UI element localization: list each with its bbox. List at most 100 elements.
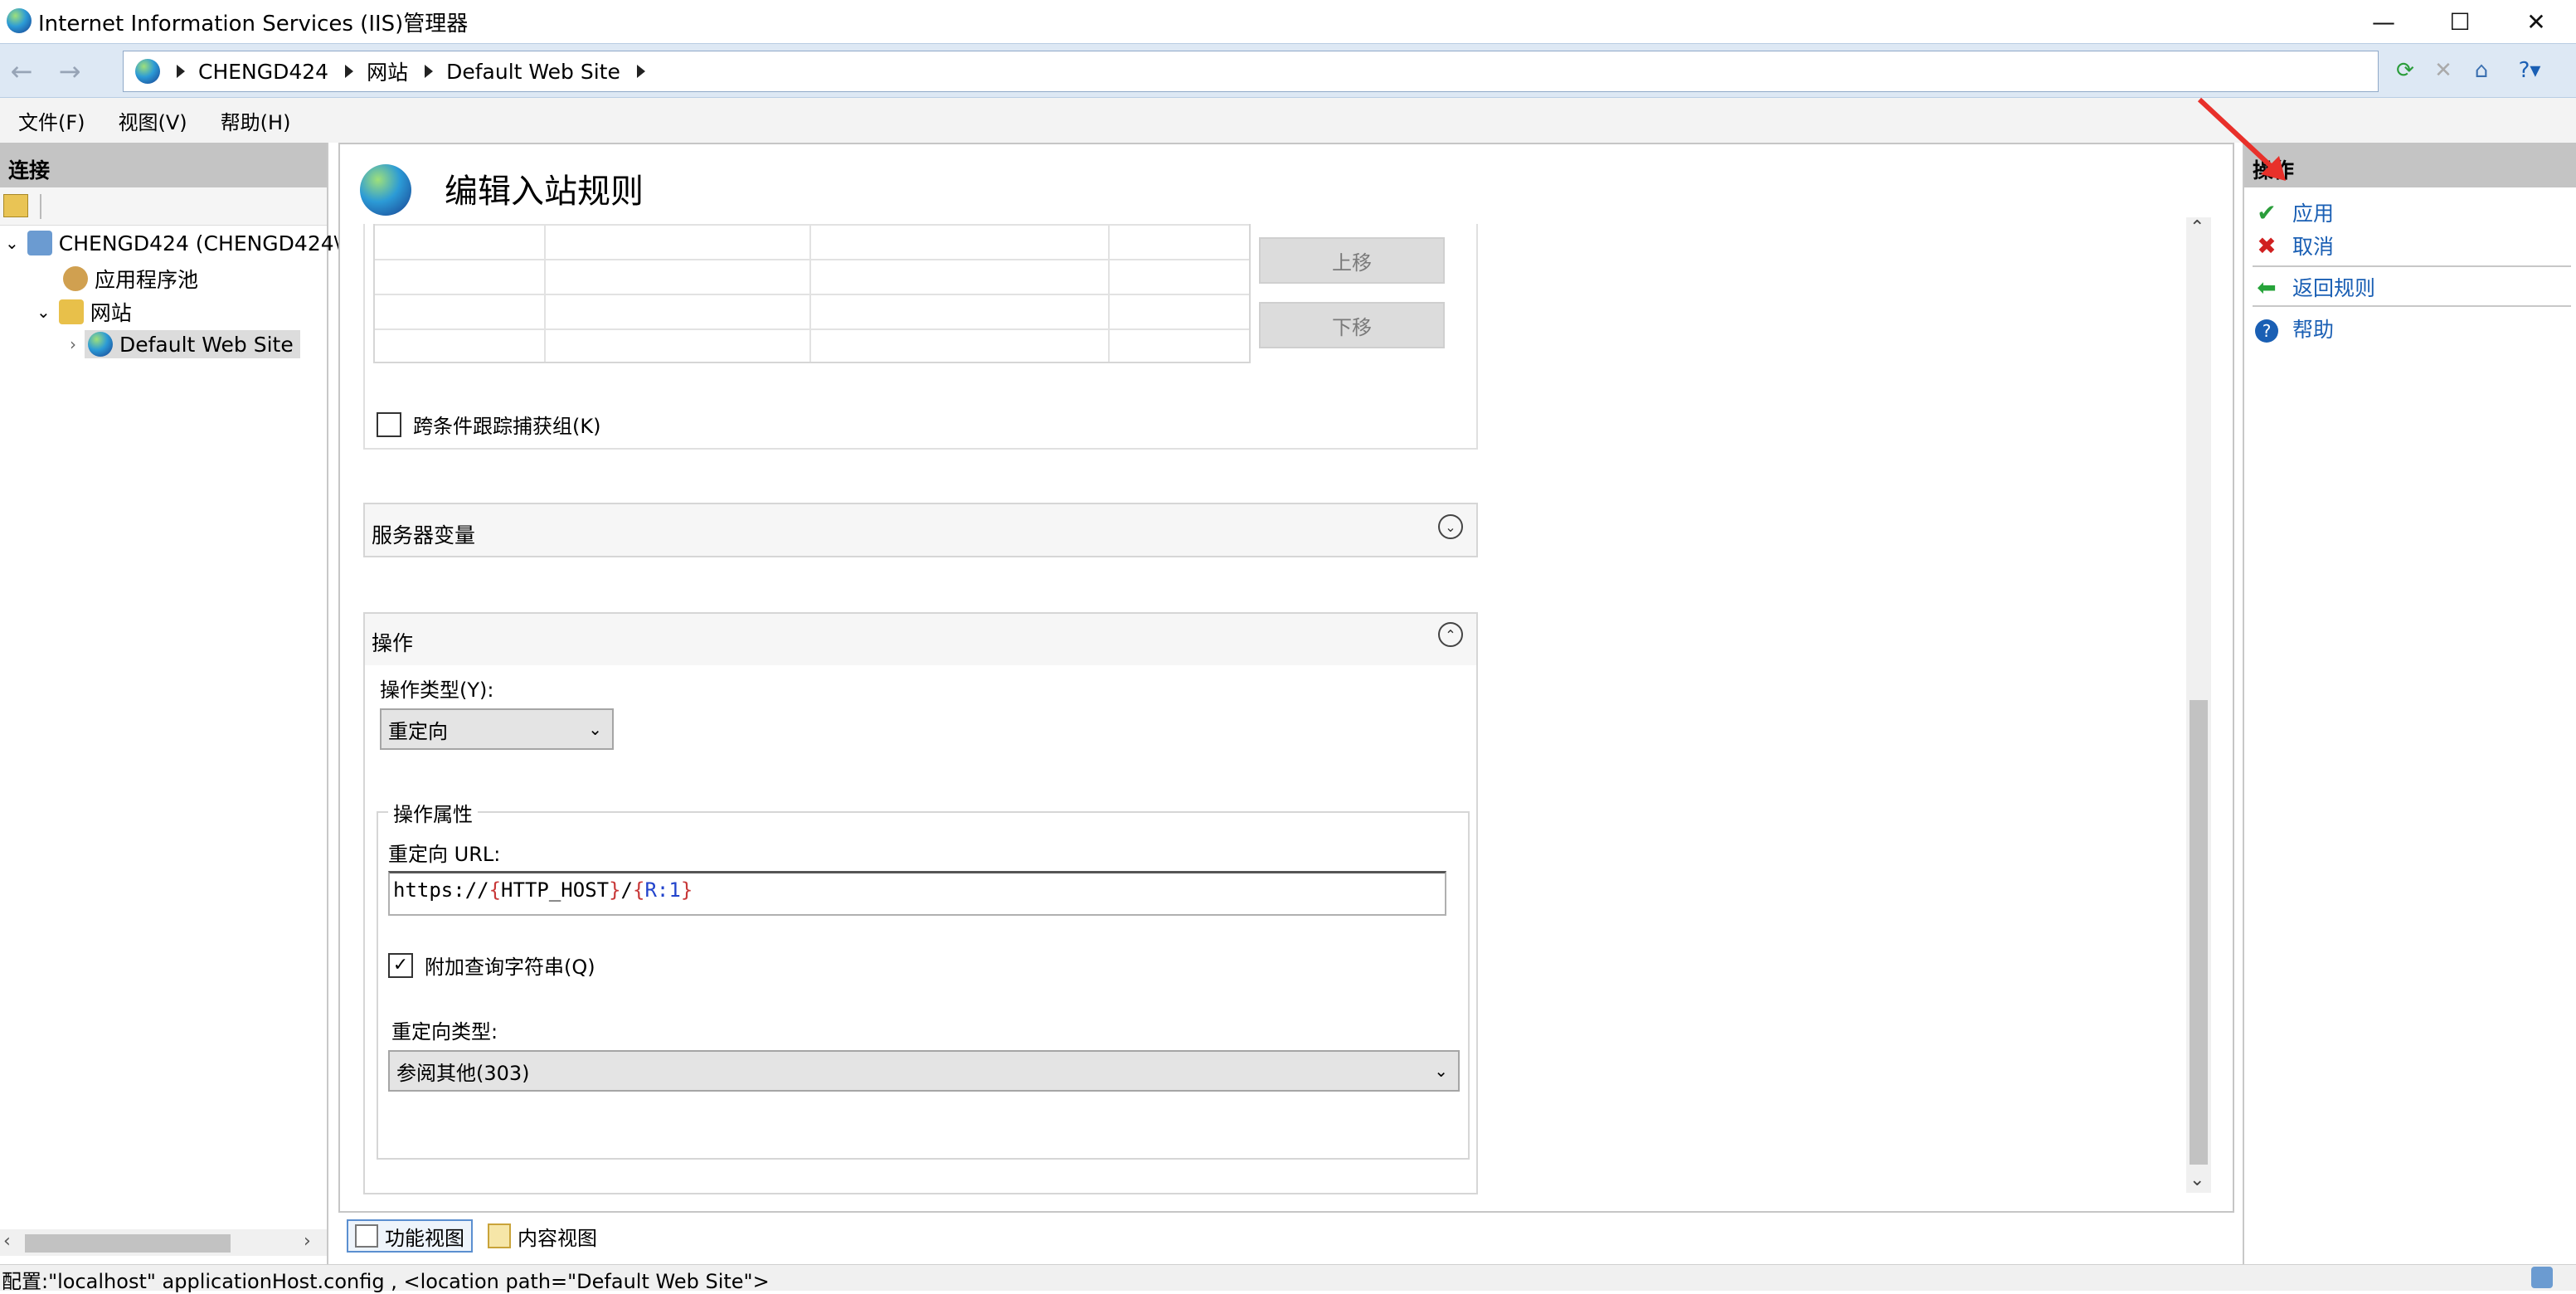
menu-view[interactable]: 视图(V) — [119, 106, 187, 135]
server-variables-section[interactable]: 服务器变量 ⌄ — [363, 503, 1478, 557]
connections-header: 连接 — [0, 143, 327, 187]
toolbar-separator — [40, 194, 41, 219]
redirect-type-value: 参阅其他(303) — [396, 1061, 530, 1085]
back-arrow-icon: ⬅ — [2257, 273, 2277, 301]
server-icon — [27, 231, 52, 255]
url-brace: } — [680, 878, 693, 902]
refresh-icon[interactable]: ⟳ — [2389, 54, 2422, 87]
chevron-down-icon[interactable]: ⌄ — [36, 302, 51, 322]
stop-icon[interactable]: ✕ — [2427, 54, 2460, 87]
chevron-right-icon[interactable] — [636, 65, 645, 78]
tab-label: 功能视图 — [385, 1226, 464, 1250]
forward-icon[interactable]: → — [48, 51, 91, 92]
feature-view-icon — [355, 1224, 378, 1248]
globe-icon — [88, 332, 113, 357]
track-capture-checkbox[interactable] — [377, 411, 401, 437]
open-connection-icon[interactable] — [3, 194, 28, 217]
page-title: 编辑入站规则 — [445, 173, 644, 211]
append-query-checkbox[interactable]: ✓ — [388, 952, 413, 978]
conditions-table[interactable] — [373, 224, 1251, 363]
tree-item-server[interactable]: ⌄ CHENGD424 (CHENGD424\ — [5, 231, 341, 255]
home-icon[interactable]: ⌂ — [2465, 54, 2498, 87]
action-label: 帮助 — [2292, 318, 2335, 342]
scrollbar-thumb[interactable] — [2190, 700, 2208, 1165]
chevron-down-icon[interactable]: ⌄ — [5, 233, 19, 253]
conditions-border — [363, 224, 365, 450]
globe-icon — [135, 59, 160, 84]
status-text: 配置:"localhost" applicationHost.config , … — [2, 1270, 770, 1293]
iis-app-icon — [7, 8, 32, 33]
apply-action[interactable]: ✔ 应用 — [2253, 197, 2334, 227]
chevron-down-icon: ⌄ — [588, 719, 602, 739]
track-capture-label: 跨条件跟踪捕获组(K) — [413, 415, 601, 438]
chevron-up-icon[interactable]: ⌃ — [1438, 622, 1463, 647]
action-section-header[interactable] — [365, 614, 1476, 665]
tree-item-default-web-site[interactable]: › Default Web Site — [70, 330, 300, 358]
help-action[interactable]: ? 帮助 — [2253, 314, 2334, 343]
annotation-arrow — [2197, 97, 2286, 181]
help-menu-icon[interactable]: ?▾ — [2513, 54, 2546, 87]
maximize-button[interactable]: ☐ — [2422, 0, 2498, 43]
address-bar: ← → CHENGD424 网站 Default Web Site ⟳ ✕ ⌂ … — [0, 43, 2576, 98]
table-grid — [375, 224, 1249, 362]
sites-folder-icon — [58, 299, 84, 324]
horizontal-scrollbar[interactable]: ‹ › — [0, 1229, 327, 1256]
window-title: Internet Information Services (IIS)管理器 — [38, 12, 469, 36]
redirect-type-select[interactable]: 参阅其他(303) ⌄ — [388, 1050, 1460, 1092]
action-properties-legend: 操作属性 — [388, 798, 478, 827]
action-label: 返回规则 — [2292, 276, 2376, 300]
url-brace: { — [633, 878, 645, 902]
chevron-right-icon[interactable] — [345, 65, 354, 78]
vertical-scrollbar[interactable]: ⌃ ⌄ — [2186, 217, 2211, 1193]
chevron-down-icon[interactable]: ⌄ — [1438, 514, 1463, 539]
chevron-right-icon[interactable] — [177, 65, 185, 78]
conditions-border — [363, 448, 1478, 450]
tab-content-view[interactable]: 内容视图 — [481, 1219, 604, 1253]
breadcrumb-item-site[interactable]: Default Web Site — [446, 60, 620, 84]
url-text: https:// — [393, 878, 489, 902]
append-query-option[interactable]: ✓ 附加查询字符串(Q) — [388, 951, 595, 980]
cancel-icon: ✖ — [2257, 231, 2277, 260]
action-type-value: 重定向 — [388, 719, 448, 743]
tree-item-sites[interactable]: ⌄ 网站 — [36, 297, 132, 327]
cancel-action[interactable]: ✖ 取消 — [2253, 231, 2334, 260]
tab-label: 内容视图 — [518, 1226, 597, 1250]
track-capture-option[interactable]: 跨条件跟踪捕获组(K) — [377, 410, 600, 439]
scrollbar-thumb[interactable] — [25, 1234, 231, 1253]
scroll-up-icon[interactable]: ⌃ — [2190, 217, 2204, 238]
scroll-right-icon[interactable]: › — [304, 1231, 311, 1252]
actions-divider — [2253, 265, 2571, 267]
move-down-button[interactable]: 下移 — [1259, 302, 1445, 348]
menu-file[interactable]: 文件(F) — [18, 106, 85, 135]
breadcrumb-item-sites[interactable]: 网站 — [367, 56, 408, 86]
action-type-label: 操作类型(Y): — [380, 679, 494, 702]
move-up-button[interactable]: 上移 — [1259, 237, 1445, 284]
tab-feature-view[interactable]: 功能视图 — [347, 1219, 473, 1253]
menu-help[interactable]: 帮助(H) — [221, 106, 291, 135]
breadcrumb-item-server[interactable]: CHENGD424 — [198, 60, 328, 84]
content-view-icon — [488, 1223, 511, 1248]
redirect-url-input[interactable]: https://{HTTP_HOST}/{R:1} — [388, 871, 1446, 916]
scroll-left-icon[interactable]: ‹ — [3, 1231, 11, 1252]
action-properties-group — [377, 811, 1470, 1160]
globe-icon — [360, 164, 411, 216]
tree-item-label: Default Web Site — [119, 332, 294, 357]
chevron-right-icon[interactable]: › — [70, 334, 76, 354]
tree-item-app-pools[interactable]: 应用程序池 — [63, 264, 198, 294]
url-variable: HTTP_HOST — [501, 878, 610, 902]
breadcrumb[interactable]: CHENGD424 网站 Default Web Site — [123, 51, 2379, 92]
chevron-down-icon: ⌄ — [1434, 1061, 1448, 1081]
back-icon[interactable]: ← — [0, 51, 43, 92]
url-text: / — [620, 878, 633, 902]
chevron-right-icon[interactable] — [425, 65, 434, 78]
redirect-url-label: 重定向 URL: — [388, 843, 501, 866]
url-backreference: R:1 — [644, 878, 681, 902]
title-bar: Internet Information Services (IIS)管理器 —… — [0, 0, 2576, 43]
tree-item-label: 网站 — [90, 301, 132, 325]
scroll-down-icon[interactable]: ⌄ — [2190, 1170, 2204, 1190]
actions-panel: 操作 ✔ 应用 ✖ 取消 ⬅ 返回规则 ? 帮助 — [2243, 143, 2576, 1264]
action-type-select[interactable]: 重定向 ⌄ — [380, 708, 614, 750]
back-to-rules-action[interactable]: ⬅ 返回规则 — [2253, 272, 2375, 302]
close-button[interactable]: ✕ — [2498, 0, 2574, 43]
minimize-button[interactable]: — — [2345, 0, 2422, 43]
